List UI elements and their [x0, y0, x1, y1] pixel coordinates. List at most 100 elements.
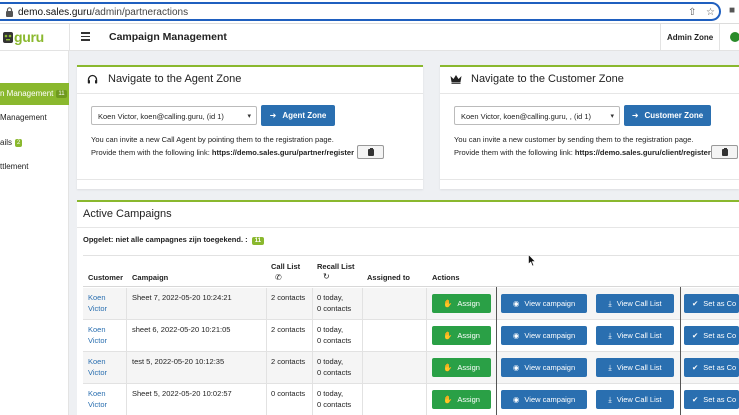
divider — [77, 227, 739, 228]
star-icon[interactable]: ☆ — [706, 7, 715, 18]
campaign-name: Sheet 7, 2022-05-20 10:24:21 — [132, 293, 232, 302]
headset-icon — [87, 74, 98, 85]
assign-button[interactable]: ✋ Assign — [432, 390, 491, 409]
view-call-list-button[interactable]: ⤓ View Call List — [596, 358, 674, 377]
view-call-list-button[interactable]: ⤓ View Call List — [596, 326, 674, 345]
view-call-list-button[interactable]: ⤓ View Call List — [596, 294, 674, 313]
sidebar-item-label: ails — [0, 138, 13, 147]
view-campaign-button[interactable]: ◉ View campaign — [501, 390, 587, 409]
download-icon: ⤓ — [608, 363, 612, 372]
logo-icon — [2, 30, 14, 44]
column-recall-list: Recall List — [317, 262, 355, 271]
table-row: Koen Victor test 5, 2022-05-20 10:12:35 2… — [83, 352, 739, 384]
logo[interactable]: guru — [0, 24, 70, 51]
sign-in-icon: ➜ — [631, 111, 639, 120]
agent-zone-panel: Navigate to the Agent Zone Koen Victor, … — [77, 65, 423, 189]
customer-zone-title: Navigate to the Customer Zone — [471, 73, 624, 85]
view-call-list-button[interactable]: ⤓ View Call List — [596, 390, 674, 409]
status-dot[interactable] — [730, 32, 739, 42]
divider — [496, 287, 497, 415]
unassigned-count-badge: 11 — [251, 237, 265, 245]
extension-icon[interactable]: ■ — [729, 5, 735, 16]
view-campaign-button[interactable]: ◉ View campaign — [501, 358, 587, 377]
customer-select-value: Koen Victor, koen@calling.guru, , (id 1) — [461, 112, 592, 121]
agent-invite-text: You can invite a new Call Agent by point… — [91, 135, 334, 144]
customer-link[interactable]: Koen Victor — [88, 356, 107, 378]
divider — [680, 287, 681, 415]
download-icon: ⤓ — [608, 395, 612, 404]
page-title: Campaign Management — [109, 31, 227, 43]
app-header: guru Campaign Management Admin Zone — [0, 24, 739, 51]
assign-button[interactable]: ✋ Assign — [432, 294, 491, 313]
sidebar-item-label: Management — [0, 113, 47, 122]
column-campaign: Campaign — [132, 273, 169, 282]
agent-zone-title: Navigate to the Agent Zone — [108, 73, 242, 85]
admin-zone-link[interactable]: Admin Zone — [660, 24, 720, 51]
eye-icon: ◉ — [512, 363, 520, 372]
agent-zone-header: Navigate to the Agent Zone — [77, 67, 423, 94]
browser-toolbar: demo.sales.guru/admin/partneractions ⇧ ☆… — [0, 0, 739, 24]
call-list-count: 2 contacts — [271, 357, 306, 366]
eye-icon: ◉ — [512, 395, 520, 404]
lock-icon — [5, 7, 14, 17]
menu-toggle-icon[interactable] — [81, 32, 90, 41]
divider — [77, 179, 423, 180]
sidebar-item-label: n Management — [0, 89, 54, 98]
customer-register-link[interactable]: https://demo.sales.guru/client/register — [575, 148, 711, 157]
customer-link[interactable]: Koen Victor — [88, 292, 107, 314]
chevron-down-icon: ▾ — [247, 113, 251, 120]
handshake-icon: ✋ — [443, 363, 453, 372]
view-campaign-button[interactable]: ◉ View campaign — [501, 294, 587, 313]
refresh-icon: ↻ — [323, 272, 330, 281]
divider — [440, 179, 739, 180]
check-icon: ✔ — [692, 363, 699, 372]
address-bar[interactable]: demo.sales.guru/admin/partneractions ⇧ ☆ — [0, 2, 721, 21]
check-icon: ✔ — [692, 395, 699, 404]
table-header: Customer Campaign Call List ✆ Recall Lis… — [83, 255, 739, 287]
unassigned-notice: Opgelet: niet alle campagnes zijn toegek… — [83, 235, 265, 245]
recall-list-count: 0 today, 0 contacts — [317, 293, 352, 313]
customer-link-text: Provide them with the following link: ht… — [454, 148, 711, 157]
sidebar-item-management[interactable]: Management — [0, 107, 69, 129]
view-campaign-button[interactable]: ◉ View campaign — [501, 326, 587, 345]
clipboard-icon — [722, 148, 728, 156]
table-row: Koen Victor Sheet 7, 2022-05-20 10:24:21 … — [83, 288, 739, 320]
recall-list-count: 0 today, 0 contacts — [317, 325, 352, 345]
sidebar-item-details[interactable]: ails 2 — [0, 132, 69, 154]
column-customer: Customer — [88, 273, 124, 282]
call-list-count: 0 contacts — [271, 389, 306, 398]
sidebar-item-campaign-management[interactable]: n Management 11 — [0, 83, 69, 105]
sidebar-item-label: ttlement — [0, 162, 29, 171]
customer-link[interactable]: Koen Victor — [88, 324, 107, 346]
share-icon[interactable]: ⇧ — [688, 7, 696, 18]
active-campaigns-panel: Active Campaigns Opgelet: niet alle camp… — [77, 200, 739, 415]
column-actions: Actions — [432, 273, 460, 282]
check-icon: ✔ — [692, 331, 699, 340]
recall-list-count: 0 today, 0 contacts — [317, 389, 352, 409]
sidebar-item-settlement[interactable]: ttlement — [0, 156, 69, 178]
chevron-down-icon: ▾ — [610, 113, 614, 120]
active-campaigns-title: Active Campaigns — [83, 208, 172, 220]
sidebar-item-badge: 2 — [15, 139, 23, 147]
copy-customer-link-button[interactable] — [711, 145, 738, 159]
table-row: Koen Victor sheet 6, 2022-05-20 10:21:05 … — [83, 320, 739, 352]
sidebar-item-badge: 11 — [56, 90, 67, 98]
set-as-button[interactable]: ✔ Set as Co — [684, 358, 739, 377]
set-as-button[interactable]: ✔ Set as Co — [684, 390, 739, 409]
set-as-button[interactable]: ✔ Set as Co — [684, 294, 739, 313]
handshake-icon: ✋ — [443, 331, 453, 340]
agent-register-link[interactable]: https://demo.sales.guru/partner/register — [212, 148, 354, 157]
customer-zone-button[interactable]: ➜ Customer Zone — [624, 105, 711, 126]
crown-icon — [450, 74, 462, 85]
customer-link[interactable]: Koen Victor — [88, 388, 107, 410]
assign-button[interactable]: ✋ Assign — [432, 326, 491, 345]
set-as-button[interactable]: ✔ Set as Co — [684, 326, 739, 345]
sign-in-icon: ➜ — [269, 111, 277, 120]
agent-zone-button[interactable]: ➜ Agent Zone — [261, 105, 335, 126]
copy-agent-link-button[interactable] — [357, 145, 384, 159]
agent-select[interactable]: Koen Victor, koen@calling.guru, (id 1) ▾ — [91, 106, 257, 125]
assign-button[interactable]: ✋ Assign — [432, 358, 491, 377]
handshake-icon: ✋ — [443, 299, 453, 308]
customer-select[interactable]: Koen Victor, koen@calling.guru, , (id 1)… — [454, 106, 620, 125]
agent-select-value: Koen Victor, koen@calling.guru, (id 1) — [98, 112, 224, 121]
